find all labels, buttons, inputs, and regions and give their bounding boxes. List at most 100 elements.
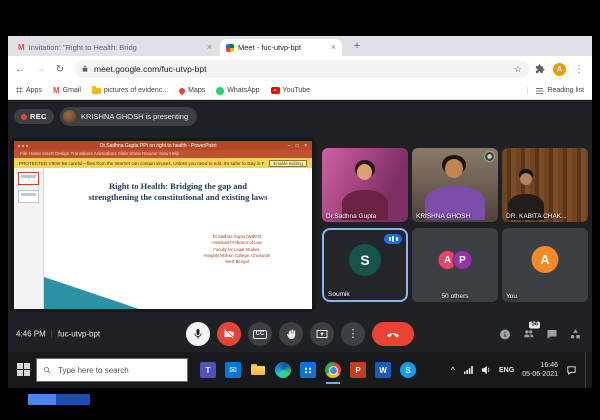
back-button[interactable]: ←	[12, 64, 28, 75]
edge-icon[interactable]	[275, 362, 291, 378]
address-bar[interactable]: meet.google.com/fuc-utvp-bpt ☆	[74, 60, 529, 78]
participant-tile-you[interactable]: A You	[502, 228, 588, 302]
tab-invitation[interactable]: M Invitation: "Right to Health: Bridg ×	[12, 39, 218, 56]
more-options-button[interactable]: ⋮	[341, 322, 365, 346]
college-logo	[484, 151, 495, 162]
more-options-icon: ⋮	[348, 329, 359, 340]
taskbar-clock[interactable]: 16:46 05-06-2021	[522, 361, 558, 379]
speaking-indicator-icon	[384, 234, 402, 244]
tab-close-icon[interactable]: ×	[207, 43, 212, 52]
folder-icon	[92, 88, 101, 94]
present-button[interactable]	[310, 322, 334, 346]
slide-decoration-wedge	[44, 277, 139, 309]
record-dot-icon	[21, 114, 27, 120]
gmail-icon: M	[53, 87, 60, 95]
powerpoint-ribbon-tabs: File Home Insert Design Transitions Anim…	[14, 150, 312, 158]
camera-off-button[interactable]	[217, 322, 241, 346]
quick-access-toolbar-icon	[17, 144, 29, 148]
slide-thumbnail	[18, 172, 39, 185]
chat-icon[interactable]	[546, 328, 558, 340]
meet-icon	[226, 44, 234, 52]
bookmark-whatsapp[interactable]: WhatsApp	[216, 87, 259, 95]
tray-expand-icon[interactable]: ^	[451, 365, 455, 375]
show-desktop-strip[interactable]	[585, 352, 588, 388]
meet-bottom-bar: 4:46 PM | fuc-utvp-bpt CC	[8, 316, 592, 352]
call-controls: CC ⋮	[186, 322, 414, 346]
meeting-code: fuc-utvp-bpt	[58, 330, 100, 339]
letter-avatar: P	[453, 250, 473, 270]
participant-name: Soumik	[328, 291, 350, 298]
mic-button[interactable]	[186, 322, 210, 346]
participant-tile-krishna-ghosh[interactable]: KRISHNA GHOSH	[412, 148, 498, 222]
profile-avatar[interactable]: A	[553, 63, 566, 76]
action-center-icon[interactable]	[566, 365, 577, 376]
volume-icon[interactable]	[481, 365, 491, 375]
network-icon[interactable]	[463, 365, 473, 375]
mic-icon	[192, 328, 204, 340]
store-icon[interactable]	[300, 362, 316, 378]
bookmark-gmail[interactable]: M Gmail	[53, 87, 81, 95]
author-line: West Bengal	[178, 259, 296, 265]
participant-tile-sadhna-gupta[interactable]: Dr.Sadhna Gupta	[322, 148, 408, 222]
captions-button[interactable]: CC	[248, 322, 272, 346]
avatar-group: A P	[438, 250, 473, 270]
file-explorer-icon[interactable]	[250, 362, 266, 378]
word-icon[interactable]: W	[375, 362, 391, 378]
forward-button[interactable]: →	[32, 64, 48, 75]
activities-icon[interactable]	[569, 328, 582, 341]
reload-button[interactable]: ↻	[52, 64, 68, 75]
mail-icon[interactable]: ✉	[225, 362, 241, 378]
new-tab-button[interactable]: +	[350, 40, 364, 54]
bookmark-maps[interactable]: Maps	[179, 87, 205, 94]
bookmark-star-icon[interactable]: ☆	[514, 64, 522, 75]
presenter-avatar	[63, 110, 76, 123]
protected-view-text: PROTECTED VIEW Be careful—files from the…	[19, 161, 264, 166]
tab-meet[interactable]: Meet - fuc-utvp-bpt ×	[220, 39, 342, 56]
participant-tile-kabita-chak[interactable]: DR. KABITA CHAK...	[502, 148, 588, 222]
slide-title: Right to Health: Bridging the gap and st…	[87, 181, 269, 203]
browser-toolbar: ← → ↻ meet.google.com/fuc-utvp-bpt ☆ A ⋮	[8, 56, 592, 82]
close-icon: ×	[304, 143, 309, 149]
bookmark-label: Gmail	[63, 87, 81, 94]
tab-close-icon[interactable]: ×	[331, 43, 336, 52]
taskbar-search[interactable]	[36, 358, 188, 382]
skype-icon[interactable]: S	[400, 362, 416, 378]
powerpoint-title-text: Dr.Sadhna Gupta PPt on right to health -…	[32, 143, 284, 149]
participant-tile-soumik[interactable]: S Soumik	[322, 228, 408, 302]
screen-share-tile[interactable]: Dr.Sadhna Gupta PPt on right to health -…	[10, 138, 316, 312]
participant-tile-others[interactable]: A P 50 others	[412, 228, 498, 302]
teams-icon[interactable]: T	[200, 362, 216, 378]
whatsapp-icon	[216, 87, 224, 95]
video-feed	[502, 148, 588, 222]
taskbar-search-input[interactable]	[56, 365, 176, 376]
window-controls: – □ ×	[287, 143, 309, 149]
browser-window: M Invitation: "Right to Health: Bridg × …	[8, 36, 592, 352]
start-button[interactable]	[17, 363, 30, 376]
video-feed	[322, 148, 408, 222]
leave-call-button[interactable]	[372, 322, 414, 346]
raise-hand-button[interactable]	[279, 322, 303, 346]
chrome-icon[interactable]	[325, 362, 341, 378]
participant-name: DR. KABITA CHAK...	[506, 213, 567, 220]
screenshot-root: M Invitation: "Right to Health: Bridg × …	[0, 0, 600, 420]
person-silhouette	[445, 159, 463, 178]
bookmark-label: pictures of evidenc...	[104, 87, 168, 94]
bookmark-label: Apps	[26, 87, 42, 94]
participants-icon[interactable]: 56	[522, 328, 535, 341]
recording-indicator: REC	[14, 109, 54, 124]
tray-date: 05-06-2021	[522, 370, 558, 379]
bookmark-apps[interactable]: Apps	[16, 87, 42, 94]
reading-list-button[interactable]: Reading list	[527, 87, 584, 94]
bookmark-youtube[interactable]: YouTube	[271, 87, 311, 94]
raise-hand-icon	[286, 329, 297, 340]
windows-taskbar: T ✉ P W S ^ ENG 16:46 05-06-2021	[8, 352, 592, 388]
meet-app: REC KRISHNA GHOSH is presenting Dr.Sadhn…	[8, 100, 592, 352]
extensions-icon[interactable]	[535, 64, 545, 74]
language-indicator[interactable]: ENG	[499, 367, 514, 374]
protected-view-bar: PROTECTED VIEW Be careful—files from the…	[14, 158, 312, 168]
bookmark-pictures[interactable]: pictures of evidenc...	[92, 87, 168, 94]
map-pin-icon	[178, 86, 186, 94]
info-icon[interactable]	[499, 328, 511, 340]
browser-menu-icon[interactable]: ⋮	[574, 64, 584, 75]
powerpoint-icon[interactable]: P	[350, 362, 366, 378]
